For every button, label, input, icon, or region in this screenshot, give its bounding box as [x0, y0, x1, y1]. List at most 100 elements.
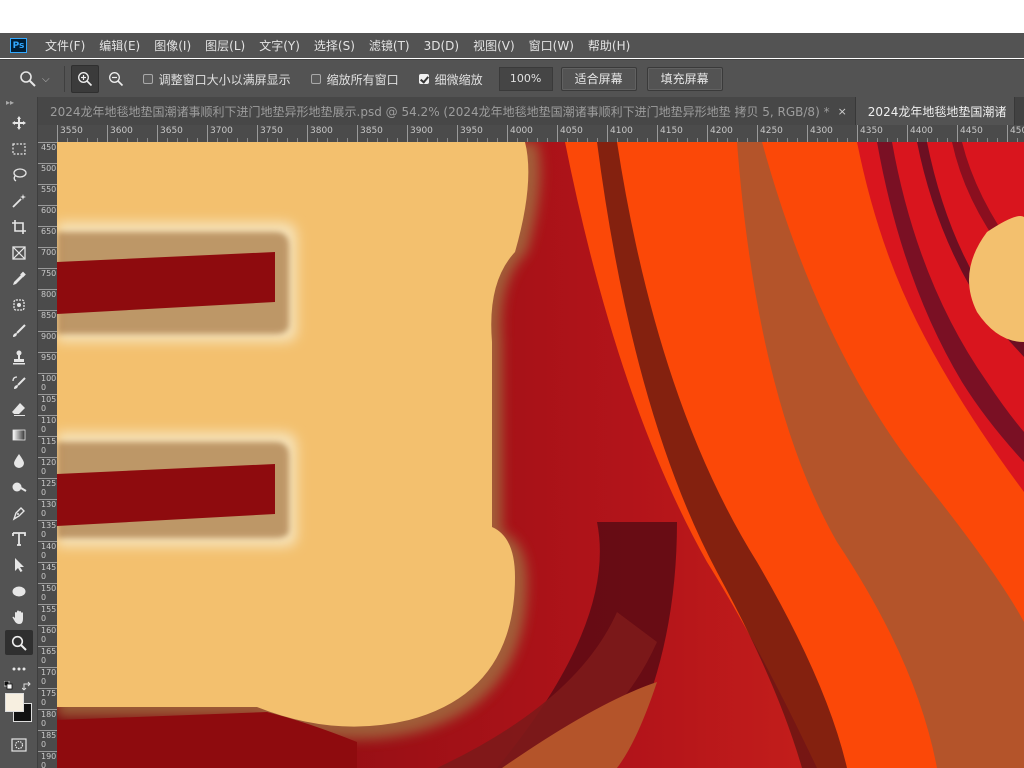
ruler-tick-label: 750	[38, 268, 57, 289]
menu-3d[interactable]: 3D(D)	[424, 39, 459, 53]
zoom-percent-field[interactable]: 100%	[498, 67, 553, 91]
blur-icon[interactable]	[5, 448, 33, 473]
ruler-tick-label: 1650	[38, 646, 57, 667]
ruler-tick-label: 3550	[57, 125, 83, 142]
ellipse-icon[interactable]	[5, 578, 33, 603]
ruler-tick-label: 1300	[38, 499, 57, 520]
dodge-icon[interactable]	[5, 474, 33, 499]
ruler-tick-label: 1400	[38, 541, 57, 562]
more-icon[interactable]	[5, 656, 33, 681]
brush-icon[interactable]	[5, 318, 33, 343]
foreground-color-swatch[interactable]	[5, 693, 24, 712]
menu-type[interactable]: 文字(Y)	[259, 37, 300, 54]
menu-select[interactable]: 选择(S)	[314, 37, 355, 54]
ruler-tick-label: 4150	[657, 125, 683, 142]
ruler-tick-label: 950	[38, 352, 57, 373]
zoom-all-windows-checkbox[interactable]: 缩放所有窗口	[310, 71, 399, 88]
chevron-down-icon[interactable]: ⌵	[42, 74, 50, 85]
ruler-tick-label: 4300	[807, 125, 833, 142]
gradient-icon[interactable]	[5, 422, 33, 447]
ruler-tick-label: 3650	[157, 125, 183, 142]
ruler-tick-label: 1250	[38, 478, 57, 499]
patch-icon[interactable]	[5, 292, 33, 317]
fit-screen-button[interactable]: 适合屏幕	[560, 67, 637, 91]
document-canvas[interactable]	[57, 142, 1024, 768]
ruler-tick-label: 3900	[407, 125, 433, 142]
toolbox-collapse-icon[interactable]: ▸▸	[0, 97, 37, 109]
menu-edit[interactable]: 编辑(E)	[99, 37, 140, 54]
ruler-tick-label: 1100	[38, 415, 57, 436]
divider	[63, 66, 65, 92]
frame-icon[interactable]	[5, 240, 33, 265]
ruler-tick-label: 1050	[38, 394, 57, 415]
ruler-tick-label: 1200	[38, 457, 57, 478]
path-select-icon[interactable]	[5, 552, 33, 577]
ruler-tick-label: 3800	[307, 125, 333, 142]
ruler-tick-label: 1700	[38, 667, 57, 688]
hand-icon[interactable]	[5, 604, 33, 629]
close-icon[interactable]: ×	[838, 105, 847, 118]
marquee-icon[interactable]	[5, 136, 33, 161]
quick-mask-icon[interactable]	[5, 732, 33, 757]
horizontal-ruler: 3550 3600 3650 3700 3750 3800 3850 3900 3950 4000…	[38, 125, 1024, 143]
eyedropper-icon[interactable]	[5, 266, 33, 291]
resize-windows-checkbox[interactable]: 调整窗口大小以满屏显示	[142, 71, 291, 88]
ruler-tick-label: 600	[38, 205, 57, 226]
ruler-tick-label: 3950	[457, 125, 483, 142]
ruler-tick-label: 4050	[557, 125, 583, 142]
checkbox-box	[142, 74, 153, 84]
ruler-tick-label: 3850	[357, 125, 383, 142]
ruler-tick-label: 1500	[38, 583, 57, 604]
ruler-tick-label: 1750	[38, 688, 57, 709]
magic-wand-icon[interactable]	[5, 188, 33, 213]
vertical-ruler: 450 500 550 600 650 700 750 800 850 900 950 1000 105…	[38, 142, 58, 768]
menu-view[interactable]: 视图(V)	[473, 37, 515, 54]
zoom-in-icon	[77, 72, 92, 87]
pen-icon[interactable]	[5, 500, 33, 525]
zoom-icon[interactable]	[5, 630, 33, 655]
ruler-tick-label: 4000	[507, 125, 533, 142]
move-icon[interactable]	[5, 110, 33, 135]
ruler-tick-label: 900	[38, 331, 57, 352]
swap-colors-icon[interactable]	[22, 681, 34, 693]
ruler-tick-label: 700	[38, 247, 57, 268]
type-icon[interactable]	[5, 526, 33, 551]
menu-bar: Ps 文件(F) 编辑(E) 图像(I) 图层(L) 文字(Y) 选择(S) 滤…	[0, 33, 1024, 58]
fill-screen-button[interactable]: 填充屏幕	[646, 67, 723, 91]
ruler-tick-label: 800	[38, 289, 57, 310]
document-tab[interactable]: 2024龙年地毯地垫国潮诸事顺利下进门地垫异形地垫展示.psd @ 54.2% …	[38, 97, 856, 125]
ruler-tick-label: 4450	[957, 125, 983, 142]
zoom-in-button[interactable]	[70, 65, 99, 93]
ruler-tick-label: 3750	[257, 125, 283, 142]
tool-preset-zoom-icon[interactable]	[14, 66, 42, 92]
menu-help[interactable]: 帮助(H)	[588, 37, 630, 54]
zoom-out-button[interactable]	[103, 66, 129, 92]
zoom-all-windows-label: 缩放所有窗口	[326, 72, 399, 87]
stamp-icon[interactable]	[5, 344, 33, 369]
ruler-tick-label: 500	[38, 163, 57, 184]
menu-window[interactable]: 窗口(W)	[529, 37, 574, 54]
options-bar: ⌵ 调整窗口大小以满屏显示 缩放所有窗口 细微缩放 100% 适合屏幕 填充屏幕	[0, 59, 1024, 98]
crop-icon[interactable]	[5, 214, 33, 239]
screen-top-strip	[0, 0, 1024, 33]
menu-file[interactable]: 文件(F)	[45, 37, 85, 54]
scrubby-zoom-label: 细微缩放	[434, 72, 483, 87]
ruler-tick-label: 1450	[38, 562, 57, 583]
ruler-tick-label: 1150	[38, 436, 57, 457]
menu-filter[interactable]: 滤镜(T)	[369, 37, 410, 54]
ruler-tick-label: 1850	[38, 730, 57, 751]
lasso-icon[interactable]	[5, 162, 33, 187]
checkbox-box	[310, 74, 321, 84]
ruler-tick-label: 4400	[907, 125, 933, 142]
ruler-tick-label: 4200	[707, 125, 733, 142]
ruler-tick-label: 4100	[607, 125, 633, 142]
default-colors-icon[interactable]	[4, 681, 14, 691]
canvas-artwork	[57, 142, 1024, 768]
ruler-tick-label: 1000	[38, 373, 57, 394]
menu-layer[interactable]: 图层(L)	[205, 37, 245, 54]
scrubby-zoom-checkbox[interactable]: 细微缩放	[418, 71, 483, 88]
eraser-icon[interactable]	[5, 396, 33, 421]
history-brush-icon[interactable]	[5, 370, 33, 395]
menu-image[interactable]: 图像(I)	[154, 37, 191, 54]
document-tab-active[interactable]: 2024龙年地毯地垫国潮诸	[855, 97, 1016, 125]
